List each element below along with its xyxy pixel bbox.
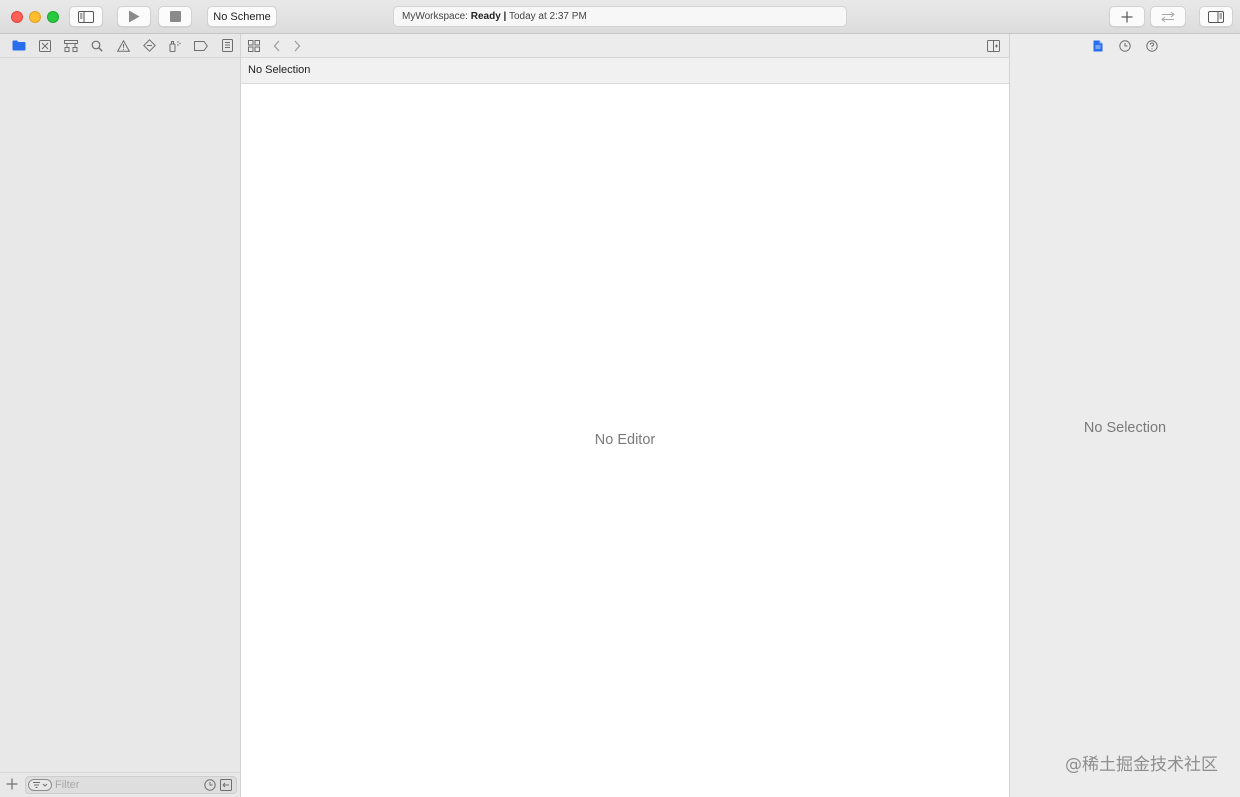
tab-issue-navigator[interactable] [110, 36, 136, 56]
source-control-icon [39, 39, 51, 52]
tab-quick-help-inspector[interactable] [1143, 37, 1162, 56]
navigator-tab-bar [0, 34, 240, 58]
split-editor-icon [987, 40, 1000, 52]
jump-bar-label: No Selection [248, 64, 311, 76]
activity-workspace: MyWorkspace: [402, 11, 468, 22]
breakpoint-icon [194, 40, 208, 51]
library-button[interactable] [1109, 6, 1145, 27]
filter-icon [33, 782, 48, 788]
activity-separator: | [503, 11, 507, 22]
filter-placeholder: Filter [55, 779, 80, 791]
filter-options-button[interactable] [28, 779, 52, 791]
window-toolbar: No Scheme MyWorkspace: Ready | Today at … [0, 0, 1240, 34]
inspector-pane: No Selection [1009, 34, 1240, 797]
no-editor-label: No Editor [594, 432, 656, 448]
filter-field[interactable]: Filter [25, 776, 237, 794]
toggle-inspector-button[interactable] [1199, 6, 1233, 27]
watermark: @稀土掘金技术社区 [1065, 755, 1218, 775]
source-control-filter-icon [220, 779, 232, 791]
sidebar-right-icon [1208, 10, 1224, 23]
no-selection-label: No Selection [1083, 420, 1167, 436]
jump-bar[interactable]: No Selection [241, 58, 1009, 84]
scheme-selector[interactable]: No Scheme [207, 6, 277, 27]
editor-tab-bar [241, 34, 1009, 58]
tab-breakpoint-navigator[interactable] [188, 36, 214, 56]
swap-arrows-icon [1161, 11, 1175, 22]
code-review-button[interactable] [1150, 6, 1186, 27]
activity-time: Today at 2:37 PM [508, 11, 587, 22]
play-icon [129, 10, 140, 23]
editor-area: No Selection No Editor [241, 34, 1009, 797]
navigate-back-button[interactable] [273, 40, 281, 52]
window-minimize-button[interactable] [29, 11, 41, 23]
chevron-left-icon [273, 40, 280, 52]
report-icon [221, 39, 233, 52]
window-zoom-button[interactable] [47, 11, 59, 23]
activity-status: Ready [470, 11, 501, 22]
navigator-pane: Filter [0, 34, 241, 797]
add-file-button[interactable] [6, 778, 18, 790]
warning-icon [116, 39, 130, 52]
tab-project-navigator[interactable] [6, 36, 32, 56]
hierarchy-icon [64, 39, 78, 52]
clock-icon [204, 779, 216, 791]
modified-files-filter-button[interactable] [220, 779, 232, 791]
question-icon [1146, 40, 1158, 52]
scheme-label: No Scheme [213, 10, 271, 23]
activity-viewer: MyWorkspace: Ready | Today at 2:37 PM [393, 6, 847, 27]
stop-icon [169, 11, 181, 22]
tab-file-inspector[interactable] [1089, 37, 1108, 56]
split-editor-button[interactable] [987, 40, 1000, 52]
tab-report-navigator[interactable] [214, 36, 240, 56]
related-items-button[interactable] [248, 40, 260, 52]
stop-button[interactable] [158, 6, 192, 27]
grid-icon [248, 40, 260, 52]
tab-debug-navigator[interactable] [162, 36, 188, 56]
chevron-right-icon [294, 40, 301, 52]
tab-find-navigator[interactable] [84, 36, 110, 56]
plus-icon [6, 778, 18, 790]
toggle-navigator-button[interactable] [69, 6, 103, 27]
file-icon [1093, 40, 1103, 52]
recent-files-filter-button[interactable] [204, 779, 216, 791]
plus-icon [1121, 11, 1133, 22]
magnifier-icon [91, 40, 103, 52]
inspector-tab-bar [1010, 34, 1240, 58]
clock-icon [1119, 40, 1131, 52]
tab-source-control-navigator[interactable] [32, 36, 58, 56]
navigator-filter-bar: Filter [0, 772, 241, 797]
tab-test-navigator[interactable] [136, 36, 162, 56]
run-button[interactable] [117, 6, 151, 27]
spray-icon [169, 40, 181, 52]
sidebar-left-icon [78, 10, 94, 23]
tab-symbol-navigator[interactable] [58, 36, 84, 56]
diamond-icon [142, 39, 156, 52]
window-close-button[interactable] [11, 11, 23, 23]
folder-icon [12, 40, 26, 51]
navigate-forward-button[interactable] [293, 40, 301, 52]
tab-history-inspector[interactable] [1116, 37, 1135, 56]
